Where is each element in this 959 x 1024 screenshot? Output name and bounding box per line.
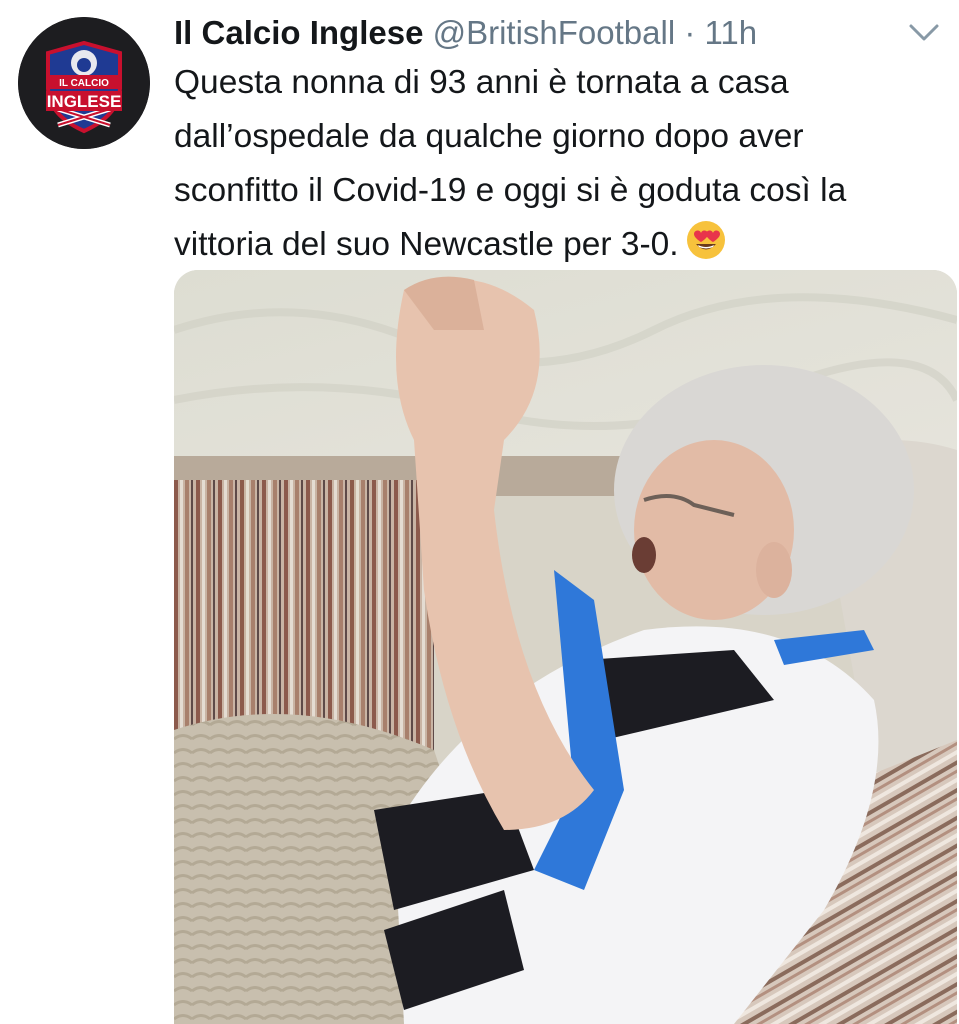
tweet-text-line: sconfitto il Covid-19 e oggi si è goduta… xyxy=(174,172,847,209)
chevron-down-icon[interactable] xyxy=(907,18,941,48)
tweet-video-thumbnail[interactable] xyxy=(174,270,957,1024)
author-handle[interactable]: @BritishFootball xyxy=(433,14,676,51)
tweet-text-line: Questa nonna di 93 anni è tornata a casa xyxy=(174,64,789,101)
author-avatar[interactable]: IL CALCIO INGLESE xyxy=(18,17,150,149)
heart-eyes-emoji-icon xyxy=(685,219,727,261)
author-display-name[interactable]: Il Calcio Inglese xyxy=(174,14,423,51)
il-calcio-inglese-logo: IL CALCIO INGLESE xyxy=(18,17,150,149)
tweet-timestamp[interactable]: 11h xyxy=(705,14,758,51)
tweet-text-line-last: vittoria del suo Newcastle per 3-0. xyxy=(174,218,954,272)
svg-text:INGLESE: INGLESE xyxy=(47,92,122,111)
separator-dot: · xyxy=(684,14,696,51)
tweet-header: Il Calcio Inglese @BritishFootball · 11h xyxy=(174,10,894,56)
svg-text:IL CALCIO: IL CALCIO xyxy=(59,78,109,89)
tweet-text-line: dall’ospedale da qualche giorno dopo ave… xyxy=(174,118,804,155)
tweet-text: Questa nonna di 93 anni è tornata a casa… xyxy=(174,56,954,272)
tweet-card[interactable]: IL CALCIO INGLESE Il Calcio Inglese @Bri… xyxy=(0,0,959,1024)
tweet-text-line-content: vittoria del suo Newcastle per 3-0. xyxy=(174,226,679,263)
